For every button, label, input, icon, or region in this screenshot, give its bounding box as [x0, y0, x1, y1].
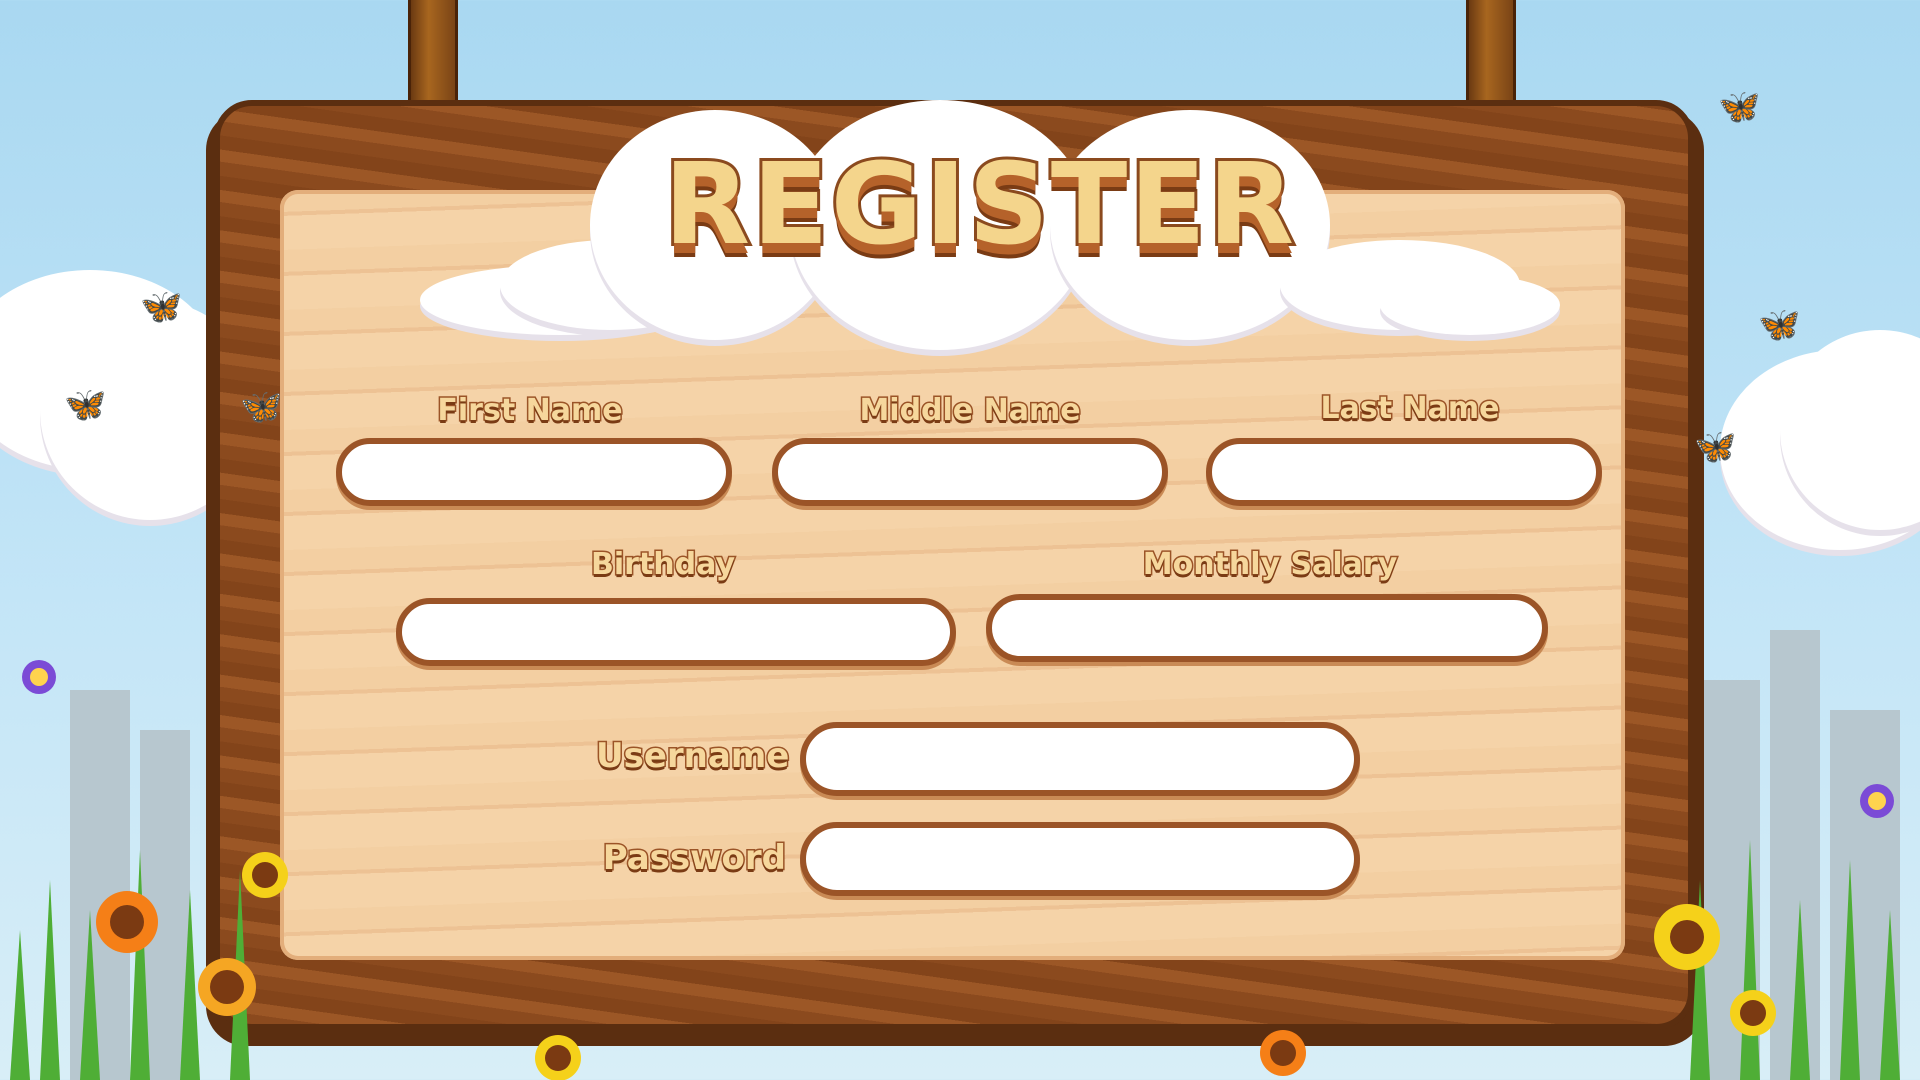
butterfly-icon: 🦋: [240, 387, 283, 427]
flower-icon: [1868, 792, 1886, 810]
flower-icon: [1670, 920, 1704, 954]
flower-icon: [1740, 1000, 1766, 1026]
butterfly-icon: 🦋: [1718, 87, 1761, 127]
last-name-label: Last Name: [1319, 390, 1501, 428]
first-name-label: First Name: [436, 392, 624, 430]
first-name-input[interactable]: [336, 438, 732, 506]
sign-post-right: [1466, 0, 1516, 113]
flower-icon: [210, 970, 244, 1004]
username-input[interactable]: [800, 722, 1360, 796]
grass-blade: [1880, 910, 1900, 1080]
monthly-salary-label: Monthly Salary: [1141, 546, 1399, 584]
birthday-label: Birthday: [590, 546, 737, 584]
grass-blade: [1740, 840, 1760, 1080]
flower-icon: [545, 1045, 571, 1071]
butterfly-icon: 🦋: [1694, 427, 1737, 467]
grass-blade: [1790, 900, 1810, 1080]
register-title: REGISTER: [661, 137, 1297, 273]
grass-blade: [40, 880, 60, 1080]
grass-blade: [1690, 880, 1710, 1080]
password-input[interactable]: [800, 822, 1360, 896]
grass-blade: [10, 930, 30, 1080]
title-cloud: [1380, 275, 1560, 335]
flower-icon: [110, 905, 144, 939]
username-label: Username: [595, 735, 791, 778]
butterfly-icon: 🦋: [1758, 305, 1801, 345]
last-name-input[interactable]: [1206, 438, 1602, 506]
flower-icon: [1270, 1040, 1296, 1066]
middle-name-input[interactable]: [772, 438, 1168, 506]
grass-blade: [130, 850, 150, 1080]
grass-blade: [180, 890, 200, 1080]
city-building: [70, 690, 130, 1080]
grass-blade: [80, 910, 100, 1080]
flower-icon: [252, 862, 278, 888]
grass-blade: [1840, 860, 1860, 1080]
butterfly-icon: 🦋: [140, 287, 183, 327]
butterfly-icon: 🦋: [64, 385, 107, 425]
flower-icon: [30, 668, 48, 686]
sign-post-left: [408, 0, 458, 113]
monthly-salary-input[interactable]: [986, 594, 1548, 662]
password-label: Password: [601, 837, 787, 880]
birthday-input[interactable]: [396, 598, 956, 666]
middle-name-label: Middle Name: [858, 392, 1082, 430]
